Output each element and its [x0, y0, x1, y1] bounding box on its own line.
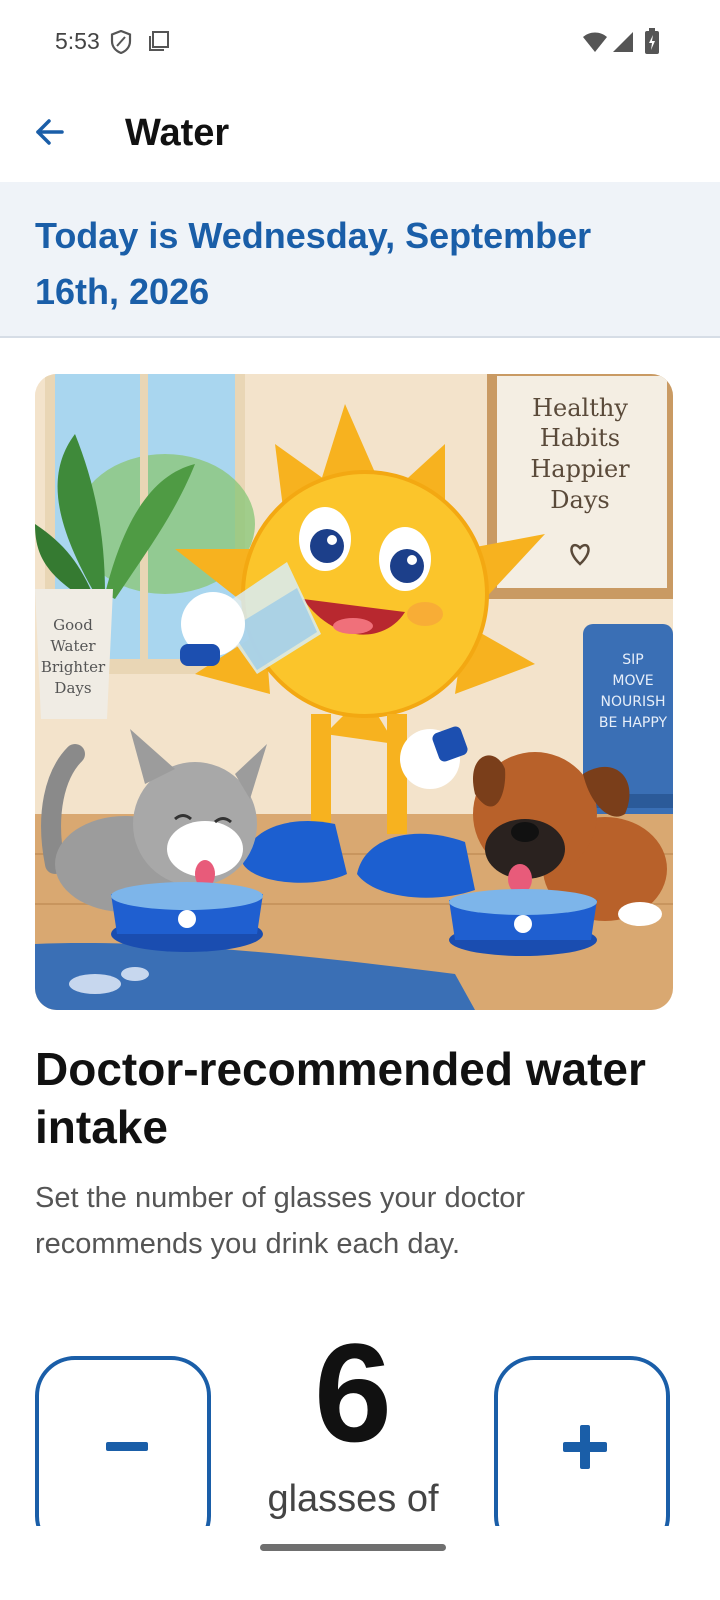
- hero-illustration: Healthy Habits Happier Days Good Water B…: [35, 374, 673, 1010]
- screen-icon: [148, 30, 170, 57]
- sign-board-line-1: Healthy: [532, 394, 628, 422]
- gesture-bar[interactable]: [260, 1544, 446, 1551]
- app-bar: Water: [0, 86, 720, 182]
- date-text: Today is Wednesday, September 16th, 2026: [35, 215, 592, 312]
- navigation-area: [0, 1526, 720, 1600]
- date-banner: Today is Wednesday, September 16th, 2026: [0, 182, 720, 338]
- section-description: Set the number of glasses your doctor re…: [35, 1182, 526, 1260]
- sign-board-line-2: Habits: [540, 424, 620, 452]
- pot-line-1: Good: [53, 616, 93, 634]
- towel-line-2: MOVE: [612, 673, 653, 689]
- towel-line-4: BE HAPPY: [599, 715, 668, 731]
- towel-line-3: NOURISH: [600, 694, 665, 710]
- pot-line-4: Days: [54, 679, 91, 697]
- pot-line-2: Water: [50, 637, 96, 655]
- battery-icon: [645, 28, 659, 59]
- status-bar: 5:53: [0, 0, 720, 86]
- minus-icon: [106, 1442, 148, 1451]
- page-title: Water: [125, 112, 230, 154]
- arrow-left-icon: [36, 119, 64, 145]
- sign-board-line-3: Happier: [530, 455, 630, 483]
- glasses-count: 6: [314, 1314, 392, 1471]
- shield-icon: [110, 29, 132, 59]
- back-button[interactable]: [26, 108, 74, 156]
- towel-line-1: SIP: [622, 652, 643, 668]
- glasses-unit-label: glasses of: [267, 1478, 439, 1520]
- pot-line-3: Brighter: [41, 658, 106, 676]
- wifi-icon: [582, 31, 608, 58]
- section-heading: Doctor-recommended water intake: [35, 1043, 646, 1153]
- status-time: 5:53: [55, 28, 100, 54]
- sign-board-line-4: Days: [550, 486, 609, 514]
- signal-icon: [612, 31, 634, 58]
